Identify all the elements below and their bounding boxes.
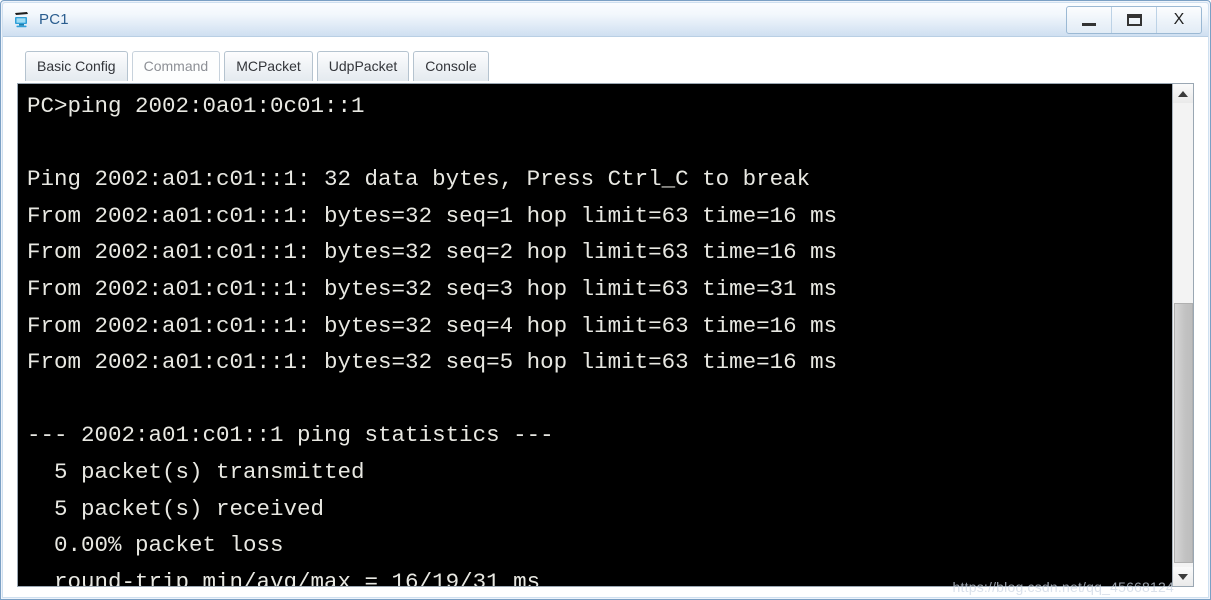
scrollbar-thumb[interactable]	[1174, 303, 1193, 563]
tab-command[interactable]: Command	[131, 51, 221, 81]
terminal-line: --- 2002:a01:c01::1 ping statistics ---	[27, 422, 554, 449]
scrollbar-down-button[interactable]	[1173, 567, 1193, 586]
tab-console[interactable]: Console	[413, 51, 489, 81]
terminal-scrollbar[interactable]	[1172, 84, 1193, 586]
titlebar-left-group: PC1	[13, 8, 69, 32]
window-titlebar[interactable]: PC1 X	[3, 3, 1208, 37]
terminal-line: 5 packet(s) received	[27, 495, 325, 522]
terminal-line: From 2002:a01:c01::1: bytes=32 seq=4 hop…	[27, 312, 838, 339]
close-icon: X	[1173, 11, 1185, 28]
terminal-panel: PC>ping 2002:0a01:0c01::1 Ping 2002:a01:…	[17, 83, 1194, 587]
terminal-line: Ping 2002:a01:c01::1: 32 data bytes, Pre…	[27, 166, 811, 193]
terminal-line: round-trip min/avg/max = 16/19/31 ms	[27, 568, 541, 586]
terminal-line: 0.00% packet loss	[27, 532, 284, 559]
scrollbar-up-button[interactable]	[1173, 84, 1193, 103]
terminal-line: From 2002:a01:c01::1: bytes=32 seq=2 hop…	[27, 239, 838, 266]
pc1-window: PC1 X Basic Config Command MCPacket UdpP…	[0, 0, 1211, 600]
scrollbar-track[interactable]	[1173, 103, 1193, 567]
terminal-line: From 2002:a01:c01::1: bytes=32 seq=3 hop…	[27, 275, 838, 302]
maximize-icon	[1126, 14, 1142, 26]
window-content: Basic Config Command MCPacket UdpPacket …	[3, 37, 1208, 597]
terminal-line: PC>ping 2002:0a01:0c01::1	[27, 93, 365, 119]
terminal-line: From 2002:a01:c01::1: bytes=32 seq=5 hop…	[27, 349, 838, 376]
tab-bar: Basic Config Command MCPacket UdpPacket …	[3, 37, 1208, 83]
tab-mcpacket[interactable]: MCPacket	[224, 51, 313, 81]
minimize-button[interactable]	[1067, 7, 1112, 33]
scroll-up-icon	[1178, 90, 1188, 97]
minimize-icon	[1082, 22, 1096, 26]
window-controls: X	[1066, 6, 1202, 34]
window-title: PC1	[39, 11, 69, 28]
tab-basic-config[interactable]: Basic Config	[25, 51, 128, 81]
terminal-line: 5 packet(s) transmitted	[27, 458, 365, 485]
terminal-output[interactable]: PC>ping 2002:0a01:0c01::1 Ping 2002:a01:…	[18, 84, 1172, 586]
maximize-button[interactable]	[1112, 7, 1157, 33]
scroll-down-icon	[1178, 573, 1188, 580]
terminal-line: From 2002:a01:c01::1: bytes=32 seq=1 hop…	[27, 202, 838, 229]
tab-udppacket[interactable]: UdpPacket	[316, 51, 410, 81]
pc-monitor-icon	[13, 11, 33, 29]
close-button[interactable]: X	[1157, 7, 1201, 33]
